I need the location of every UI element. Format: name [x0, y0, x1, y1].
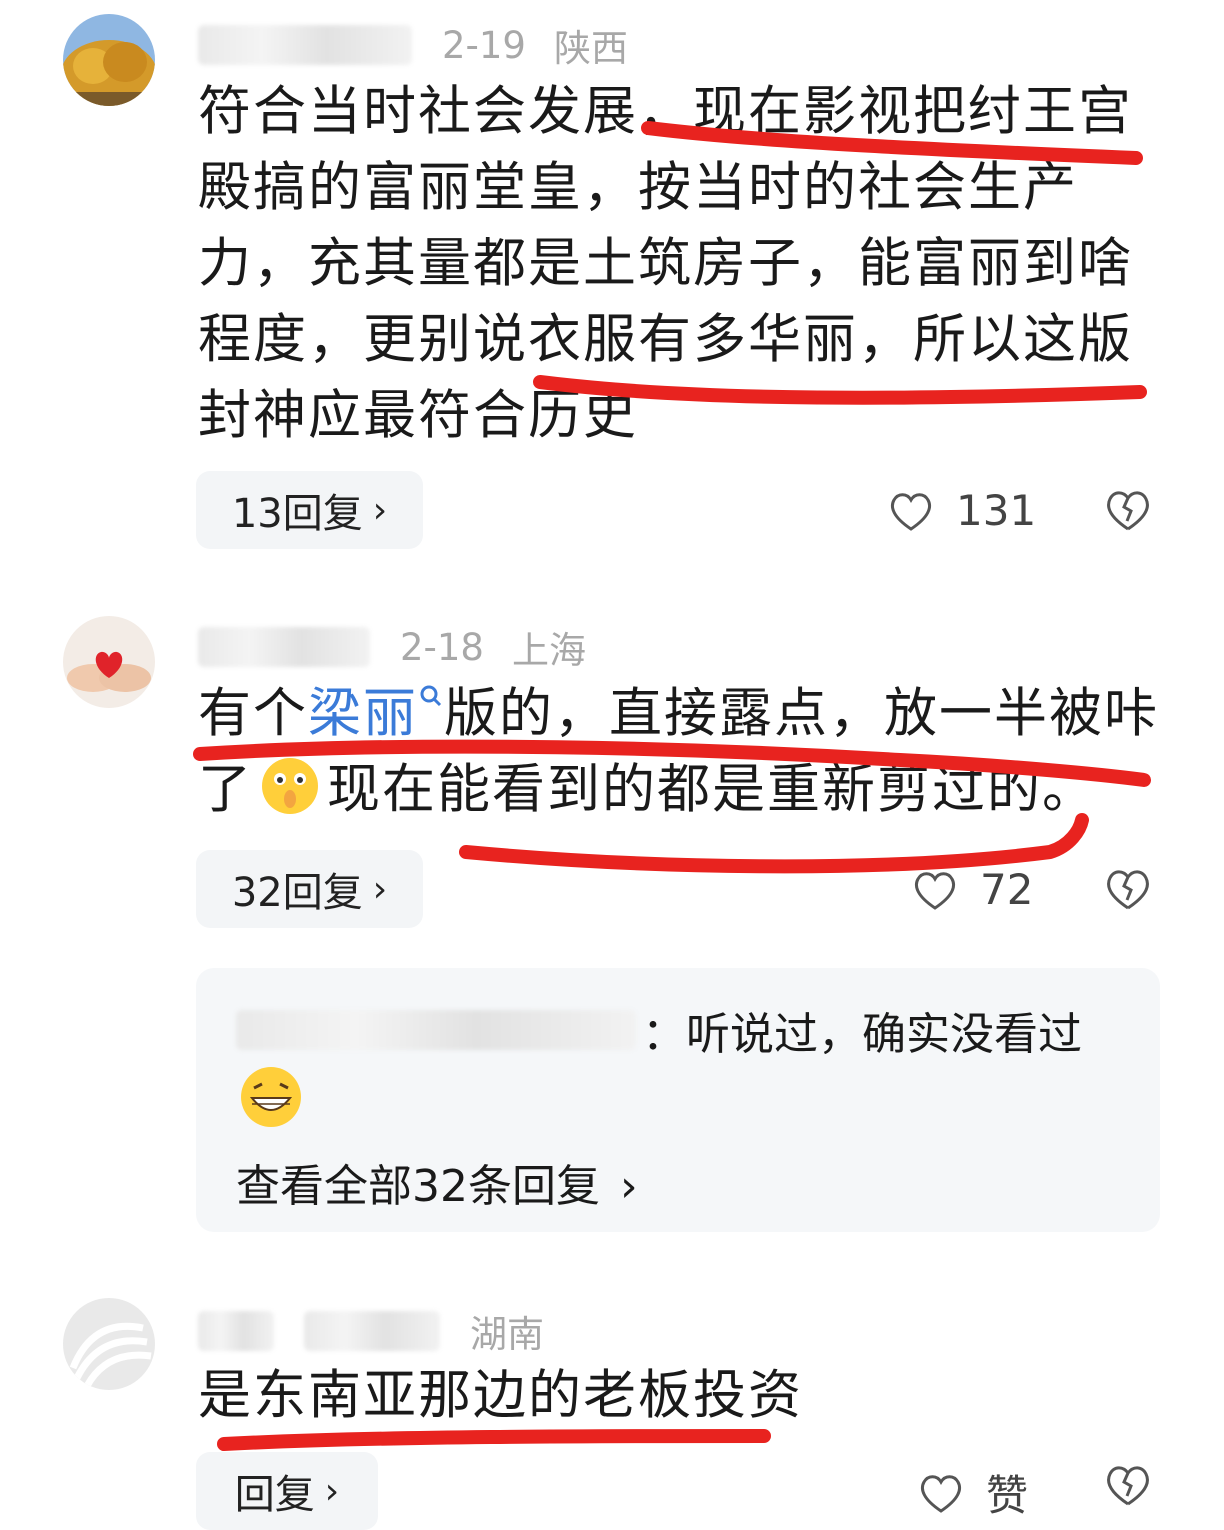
- view-all-replies-link[interactable]: 查看全部32条回复 ›: [236, 1150, 638, 1214]
- chevron-right-icon: ›: [372, 868, 388, 910]
- broken-heart-icon: [1107, 1466, 1149, 1506]
- reply-count-button[interactable]: 13回复 ›: [196, 471, 423, 549]
- comment-date: 2-19: [442, 23, 526, 67]
- like-count: 72: [980, 865, 1034, 914]
- comment-location: 上海: [511, 629, 586, 672]
- comment-text-part: 有个: [198, 683, 308, 744]
- like-count: 赞: [986, 1471, 1029, 1520]
- red-underline: [217, 1429, 771, 1451]
- reply-count-label: 32回复: [231, 870, 363, 916]
- reply-count-button[interactable]: 回复 ›: [196, 1452, 378, 1530]
- dislike-button[interactable]: [1104, 487, 1152, 537]
- sub-reply-text: ：听说过，确实没看过: [642, 1009, 1082, 1060]
- chevron-right-icon: ›: [372, 489, 388, 531]
- comment-text: 是东南亚那边的老板投资: [198, 1365, 803, 1426]
- comment-meta: 湖南: [198, 1304, 544, 1358]
- comment-text: 有个梁丽 版的，直接露点，放一半被咔了 现在能看到的都是重新剪过的。: [198, 676, 1168, 828]
- reply-count-label: 13回复: [231, 491, 363, 537]
- sub-reply: ：听说过，确实没看过: [236, 998, 1082, 1062]
- search-link-label: 梁丽: [308, 683, 418, 744]
- heart-outline-icon: [914, 871, 956, 910]
- view-all-label: 查看全部32条回复: [236, 1161, 600, 1212]
- like-count: 131: [956, 486, 1037, 535]
- reply-count-label: 回复: [234, 1472, 315, 1518]
- broken-heart-icon: [1107, 870, 1149, 910]
- blurred-date: [304, 1311, 440, 1351]
- search-icon: [420, 685, 442, 707]
- like-button[interactable]: 72: [912, 865, 1033, 914]
- chevron-right-icon: ›: [620, 1161, 638, 1212]
- comment-date: 2-18: [400, 625, 484, 669]
- like-button[interactable]: 131: [888, 486, 1036, 535]
- emoji-grin-icon: [241, 1067, 301, 1127]
- comment-meta: 2-19 陕西: [198, 18, 628, 72]
- heart-outline-icon: [920, 1474, 962, 1513]
- blurred-username: [198, 627, 370, 667]
- comment-meta: 2-18 上海: [198, 620, 586, 674]
- chevron-right-icon: ›: [324, 1470, 340, 1512]
- dislike-button[interactable]: [1104, 1462, 1152, 1512]
- blurred-username: [198, 25, 412, 65]
- search-link[interactable]: 梁丽: [308, 683, 444, 744]
- emoji-shy-icon: [262, 758, 318, 814]
- dislike-button[interactable]: [1104, 866, 1152, 916]
- reply-count-button[interactable]: 32回复 ›: [196, 850, 423, 928]
- avatar[interactable]: [63, 616, 155, 708]
- sub-reply-box: ：听说过，确实没看过 查看全部32条回复 ›: [196, 968, 1160, 1232]
- comment-text: 符合当时社会发展，现在影视把纣王宫殿搞的富丽堂皇，按当时的社会生产力，充其量都是…: [198, 81, 1133, 446]
- comment-text-part: 现在能看到的都是重新剪过的。: [327, 759, 1097, 820]
- blurred-username: [198, 1311, 274, 1351]
- broken-heart-icon: [1107, 491, 1149, 531]
- heart-outline-icon: [890, 492, 932, 531]
- like-button[interactable]: 赞: [918, 1462, 1028, 1523]
- avatar[interactable]: [63, 1298, 155, 1390]
- comment-location: 湖南: [470, 1313, 544, 1356]
- blurred-username: [236, 1010, 636, 1050]
- comment-location: 陕西: [553, 27, 628, 70]
- avatar[interactable]: [63, 14, 155, 106]
